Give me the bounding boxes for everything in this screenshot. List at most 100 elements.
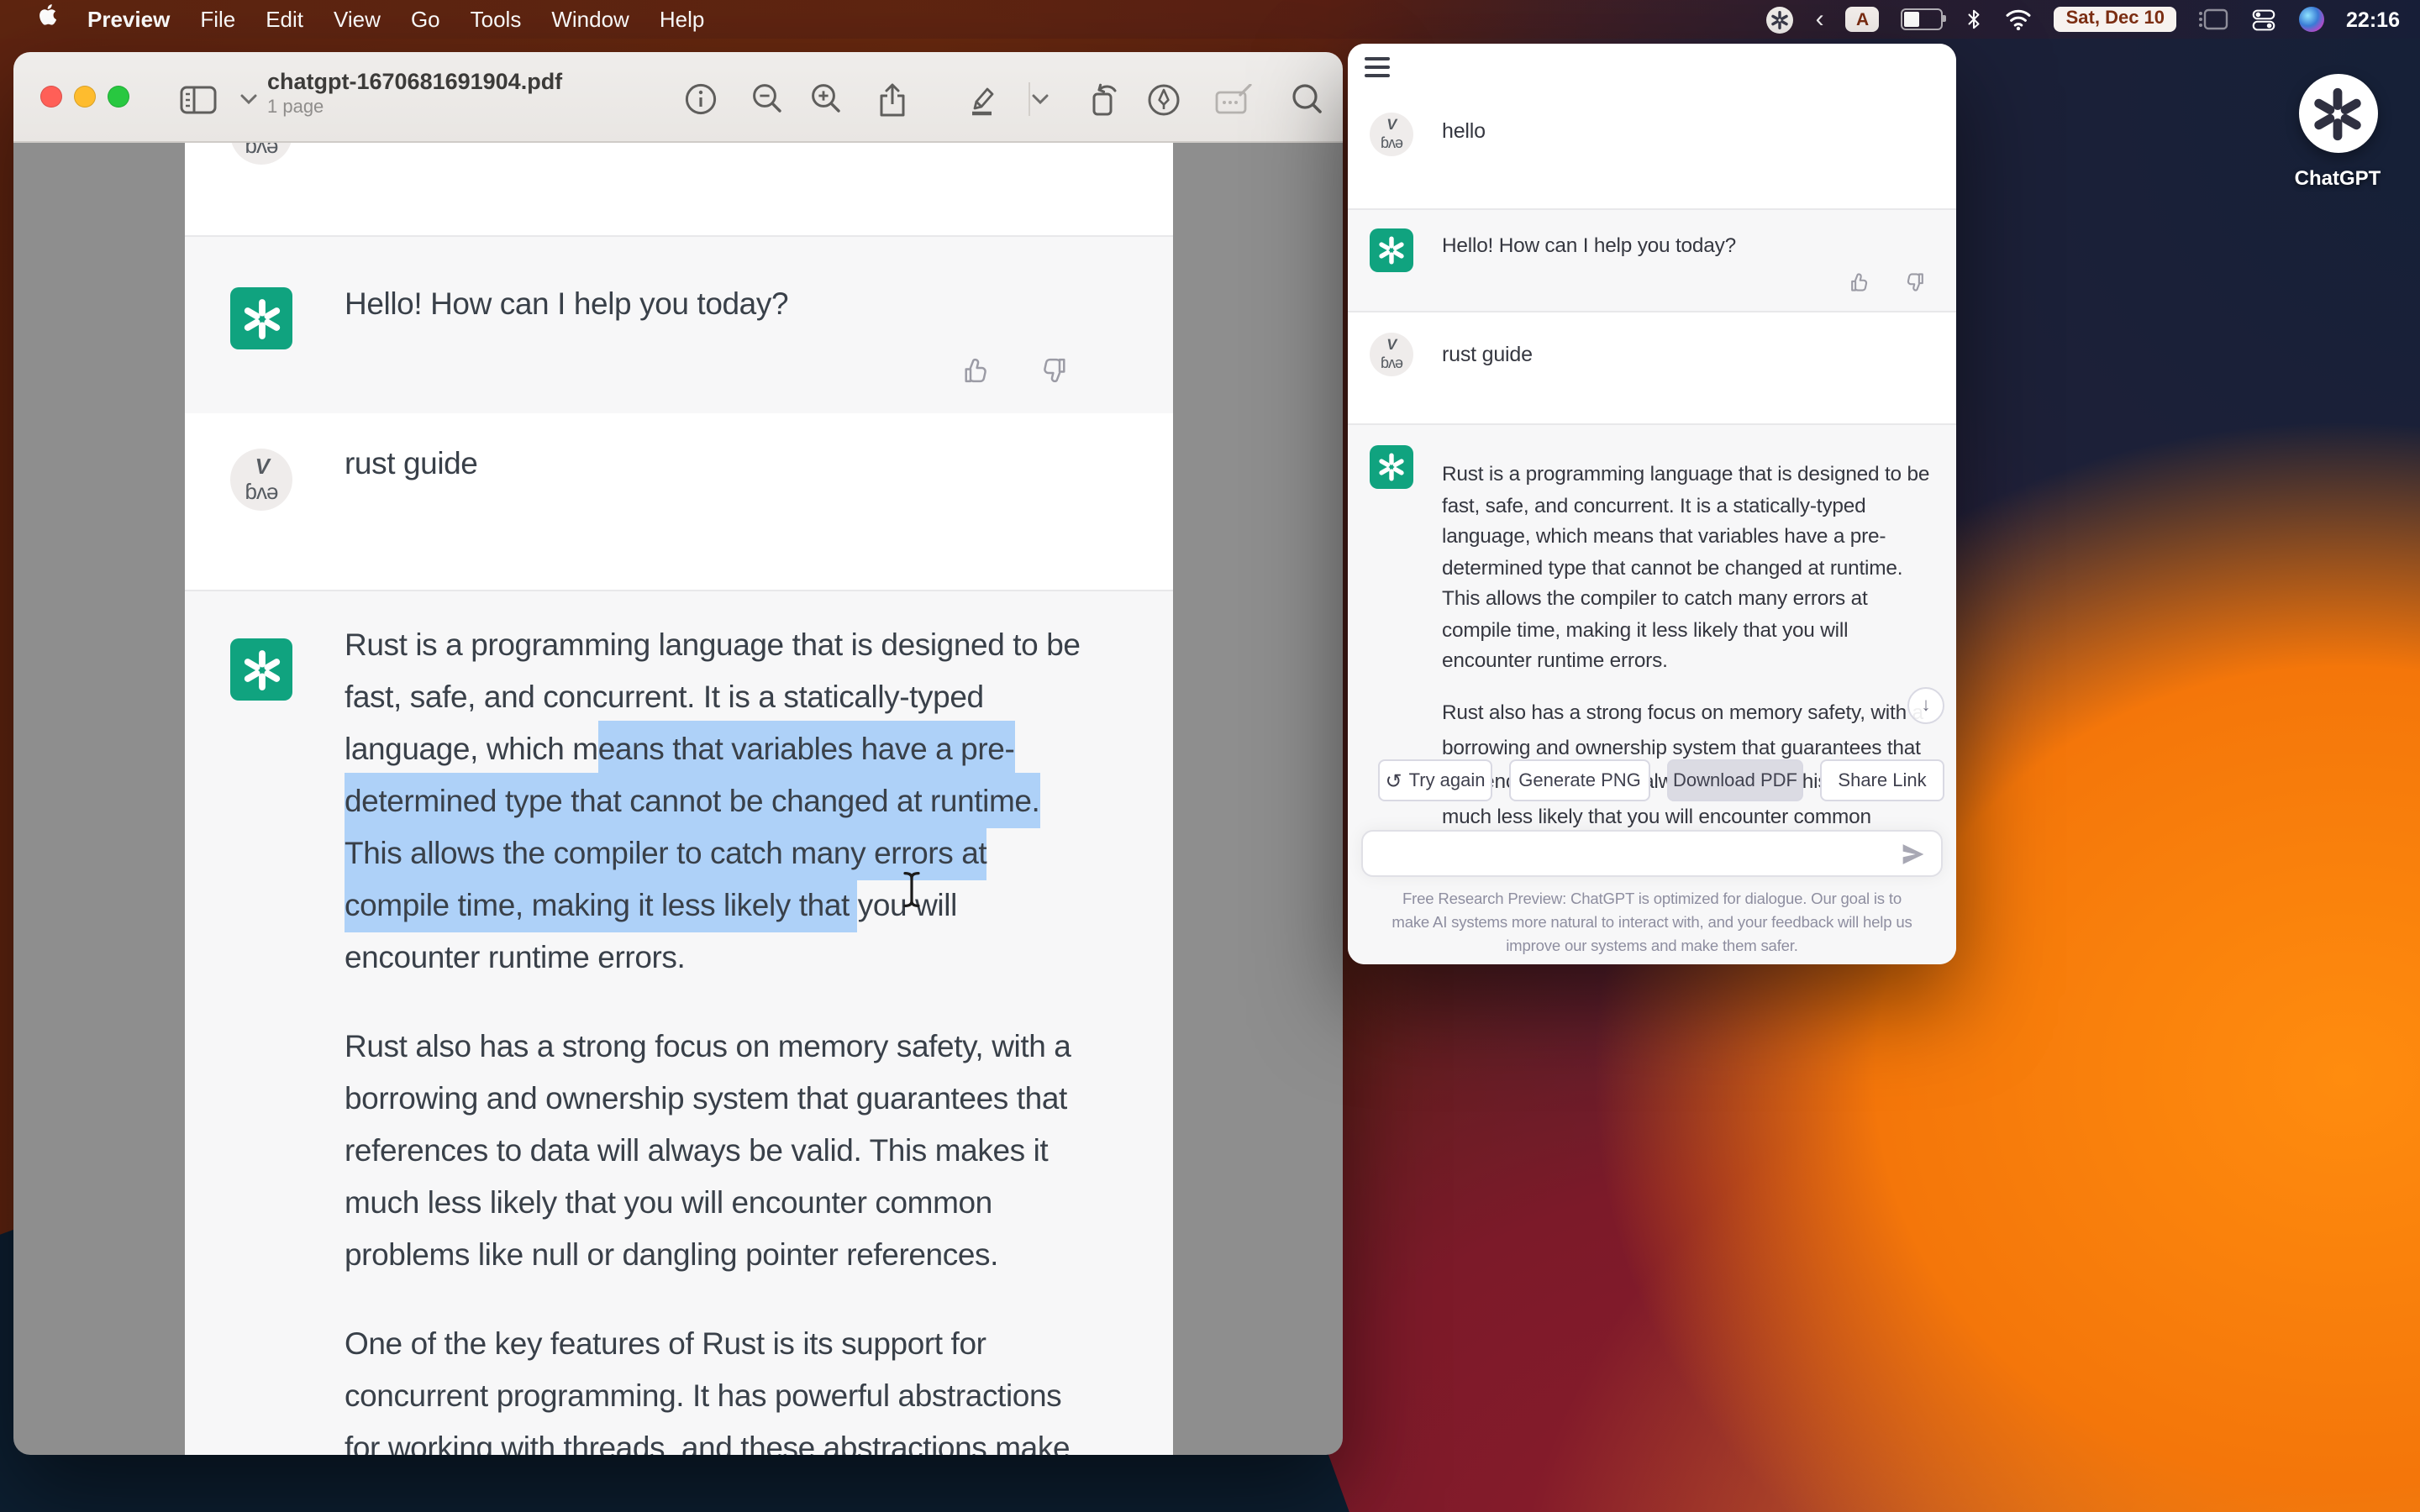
menu-item-edit[interactable]: Edit [250, 0, 318, 39]
user-message-row: Vɓʌǝ rust guide [1348, 312, 1956, 423]
assistant-message-row: Hello! How can I help you today? [185, 235, 1173, 415]
generate-png-button[interactable]: Generate PNG [1509, 759, 1650, 801]
answer-paragraph-1: Rust is a programming language that is d… [1442, 459, 1929, 676]
text-line: much less likely that you will encounter… [1442, 799, 1923, 833]
chatgpt-avatar-icon [230, 287, 292, 349]
chat-input[interactable] [1361, 830, 1943, 877]
text-line: Rust is a programming language that is d… [1442, 459, 1929, 490]
answer-paragraph-2: Rust also has a strong focus on memory s… [345, 1020, 1071, 1280]
thumbs-down-icon[interactable] [1037, 354, 1069, 386]
user-message-text: rust guide [1442, 343, 1533, 366]
user-avatar: Vɓʌǝ [230, 449, 292, 511]
user-message-text: hello [1442, 119, 1486, 143]
chatgpt-avatar-icon [1370, 228, 1413, 272]
desktop-icon-chatgpt[interactable]: ChatGPT [2282, 74, 2393, 190]
menu-item-file[interactable]: File [185, 0, 250, 39]
text-line: much less likely that you will encounter… [345, 1176, 1071, 1228]
chatgpt-window: Vɓʌǝ hello Hello! How can I help you tod… [1348, 44, 1956, 964]
user-avatar: Vɓʌǝ [230, 143, 292, 165]
text-line: language, which means that variables hav… [1442, 521, 1929, 552]
zoom-out-button[interactable] [748, 79, 788, 119]
thumbs-down-icon[interactable] [1902, 270, 1926, 294]
page-count: 1 page [267, 97, 562, 118]
siri-icon[interactable] [2299, 7, 2324, 32]
apple-icon [35, 2, 57, 27]
chatgpt-menu-icon[interactable] [1767, 6, 1794, 33]
menu-item-view[interactable]: View [318, 0, 396, 39]
text-line: determined type that cannot be changed a… [1442, 552, 1929, 583]
answer-paragraph-1: Rust is a programming language that is d… [345, 618, 1081, 983]
text-line: Rust also has a strong focus on memory s… [1442, 696, 1923, 730]
screen-mirroring-icon[interactable] [2198, 8, 2228, 30]
text-line: concurrent programming. It has powerful … [345, 1369, 1070, 1421]
assistant-greeting-text: Hello! How can I help you today? [1442, 234, 1736, 257]
user-message-row: Vɓʌǝ rust guide [185, 413, 1173, 590]
menu-item-go[interactable]: Go [396, 0, 455, 39]
text-cursor [901, 870, 923, 909]
text-line: Rust also has a strong focus on memory s… [345, 1020, 1071, 1072]
pdf-page: Vɓʌǝ Hello! How can I help you today? [185, 143, 1173, 1455]
back-chevron-icon[interactable]: ‹ [1816, 0, 1824, 39]
feedback-buttons [1849, 270, 1926, 294]
thumbs-up-icon[interactable] [961, 354, 993, 386]
send-icon[interactable] [1901, 842, 1926, 875]
zoom-button[interactable] [108, 86, 129, 108]
battery-icon[interactable] [1902, 8, 1944, 30]
menu-item-window[interactable]: Window [536, 0, 644, 39]
text-line: problems like null or dangling pointer r… [345, 1228, 1071, 1280]
pdf-content-area: Vɓʌǝ Hello! How can I help you today? [13, 143, 1343, 1455]
chatgpt-logo-icon [2298, 74, 2377, 153]
feedback-buttons [961, 354, 1069, 386]
text-line: borrowing and ownership system that guar… [345, 1072, 1071, 1124]
text-line: language, which means that variables hav… [345, 722, 1081, 774]
control-center-icon[interactable] [2250, 8, 2277, 31]
date-badge[interactable]: Sat, Dec 10 [2054, 7, 2176, 32]
info-button[interactable] [681, 79, 721, 119]
share-button[interactable] [872, 79, 913, 119]
sidebar-chevron-icon[interactable] [229, 79, 269, 119]
chatgpt-avatar-icon [1370, 445, 1413, 489]
menu-item-help[interactable]: Help [644, 0, 720, 39]
preview-window: chatgpt-1670681691904.pdf 1 page [13, 52, 1343, 1455]
markup-pen-button[interactable] [1143, 79, 1183, 119]
wifi-icon[interactable] [2006, 8, 2033, 30]
text-line: compile time, making it less likely that… [1442, 614, 1929, 645]
highlight-chevron-icon[interactable] [1020, 79, 1060, 119]
text-line: for working with threads, and these abst… [345, 1421, 1070, 1455]
download-pdf-button[interactable]: Download PDF [1667, 759, 1803, 801]
menu-bar-clock[interactable]: 22:16 [2346, 8, 2400, 31]
form-fill-button[interactable] [1213, 79, 1254, 119]
user-avatar: Vɓʌǝ [1370, 113, 1413, 156]
minimize-button[interactable] [74, 86, 96, 108]
text-line: Rust is a programming language that is d… [345, 618, 1081, 670]
preview-titlebar: chatgpt-1670681691904.pdf 1 page [13, 52, 1343, 143]
text-line: encounter runtime errors. [345, 931, 1081, 983]
zoom-in-button[interactable] [807, 79, 847, 119]
rotate-button[interactable] [1084, 79, 1124, 119]
bluetooth-icon[interactable] [1965, 7, 1984, 32]
keyboard-input-badge[interactable]: A [1846, 7, 1880, 32]
close-button[interactable] [40, 86, 62, 108]
user-message-row: Vɓʌǝ hello [1348, 92, 1956, 208]
text-line: determined type that cannot be changed a… [345, 774, 1081, 827]
try-again-button[interactable]: Try again [1378, 759, 1492, 801]
scroll-to-bottom-button[interactable]: ↓ [1907, 687, 1944, 724]
desktop-icon-label: ChatGPT [2282, 166, 2393, 190]
text-line: This allows the compiler to catch many e… [1442, 583, 1929, 614]
highlight-button[interactable] [961, 79, 1002, 119]
search-button[interactable] [1287, 79, 1328, 119]
chatgpt-avatar-icon [230, 638, 292, 701]
text-line: compile time, making it less likely that… [345, 879, 1081, 931]
footer-disclaimer: Free Research Preview: ChatGPT is optimi… [1348, 887, 1956, 958]
assistant-answer-row: Rust is a programming language that is d… [1348, 423, 1956, 964]
menu-item-preview[interactable]: Preview [72, 0, 185, 39]
window-title: chatgpt-1670681691904.pdf [267, 69, 562, 94]
apple-menu[interactable] [20, 0, 72, 39]
menu-hamburger-icon[interactable] [1365, 57, 1390, 82]
desktop: Preview File Edit View Go Tools Window H… [0, 0, 2420, 1512]
share-link-button[interactable]: Share Link [1820, 759, 1944, 801]
menu-item-tools[interactable]: Tools [455, 0, 537, 39]
assistant-greeting-text: Hello! How can I help you today? [345, 277, 788, 329]
thumbs-up-icon[interactable] [1849, 270, 1872, 294]
sidebar-toggle-button[interactable] [178, 79, 218, 119]
